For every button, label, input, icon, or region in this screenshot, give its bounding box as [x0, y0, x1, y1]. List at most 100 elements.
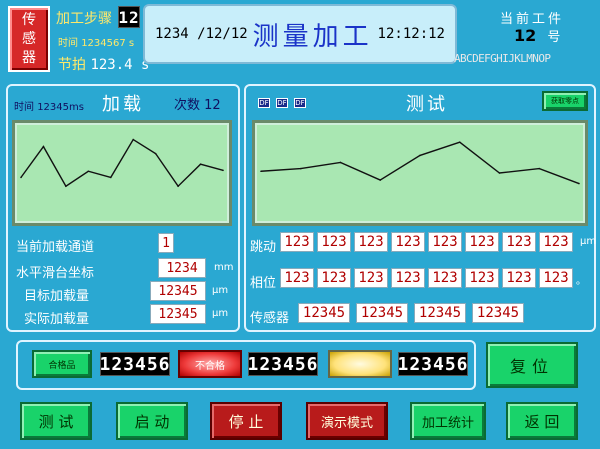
test-title: 测试 [406, 94, 448, 115]
data-point [419, 154, 421, 157]
sensor-value: 12345 [472, 303, 524, 323]
phase-value: 123 [391, 268, 425, 288]
page-title: 测量加工 [252, 21, 373, 52]
data-point [498, 172, 501, 174]
yellow-status-button[interactable] [328, 350, 392, 378]
runout-unit: μm [580, 236, 597, 247]
current-row: 12 号 [514, 26, 560, 45]
qualified-counter-button[interactable]: 合格品 [32, 350, 92, 378]
sensor-value: 12345 [414, 303, 466, 323]
current-label: 当前工件 [500, 12, 565, 27]
counter-display-1: 123456 [99, 352, 171, 376]
data-point [132, 138, 135, 141]
counter-display-3: 123456 [397, 352, 469, 376]
counter-display-2: 123456 [247, 352, 319, 376]
time-row: 时间 1234567 s [58, 34, 134, 49]
df-indicator-2: DF [276, 98, 288, 108]
data-point [154, 152, 157, 155]
data-point [65, 185, 67, 187]
data-point [339, 161, 342, 164]
load-count-value: 12 [204, 98, 221, 113]
series-line [20, 138, 224, 188]
channel-value: 1 [158, 233, 174, 253]
current-unit: 号 [547, 30, 561, 45]
runout-value: 123 [354, 232, 388, 252]
runout-value: 123 [502, 232, 536, 252]
load-chart [12, 120, 232, 226]
series-line [260, 141, 580, 185]
actual-label: 实际加载量 [24, 312, 90, 327]
data-point [379, 179, 382, 181]
actual-value: 12345 [150, 304, 206, 324]
data-point [578, 182, 580, 185]
data-point [109, 176, 112, 179]
sensor-label: 传感器 [250, 311, 290, 326]
capture-zero-button[interactable]: 获取零点 [542, 91, 588, 111]
data-point [20, 176, 22, 179]
phase-unit: 。 [576, 276, 586, 287]
slide-label: 水平滑台坐标 [16, 266, 95, 281]
runout-values: 123 123 123 123 123 123 123 123 [280, 232, 573, 252]
load-count-label: 次数 [174, 98, 201, 113]
phase-value: 123 [280, 268, 314, 288]
title-bar: 1234 /12/12 测量加工 12:12:12 [143, 4, 457, 64]
runout-value: 123 [317, 232, 351, 252]
slide-unit: mm [214, 262, 234, 273]
data-point [87, 170, 90, 173]
phase-value: 123 [354, 268, 388, 288]
stats-button[interactable]: 加工统计 [410, 402, 486, 440]
clock-display: 12:12:12 [377, 26, 445, 42]
reset-button[interactable]: 复位 [486, 342, 578, 388]
data-point [299, 167, 302, 170]
data-point [177, 185, 179, 187]
beat-value: 123.4 s [90, 57, 150, 73]
time-label: 时间 [58, 38, 78, 49]
load-count-row: 次数 12 [174, 94, 221, 113]
data-point [199, 163, 202, 165]
runout-value: 123 [539, 232, 573, 252]
load-chart-svg [20, 138, 224, 188]
test-chart [252, 120, 588, 226]
sensor-button[interactable]: 传 感 器 [8, 6, 50, 72]
test-chart-svg [260, 141, 580, 185]
df-indicator-3: DF [294, 98, 306, 108]
sensor-value: 12345 [356, 303, 408, 323]
data-point [538, 167, 541, 170]
load-title: 加载 [102, 94, 144, 115]
data-point [42, 145, 45, 148]
time-value: 1234567 s [81, 38, 135, 49]
test-button[interactable]: 测 试 [20, 402, 92, 440]
beat-row: 节拍 123.4 s [58, 54, 149, 74]
target-unit: μm [212, 285, 229, 296]
data-point [222, 169, 224, 172]
phase-value: 123 [428, 268, 462, 288]
step-label: 加工步骤 [56, 11, 112, 27]
load-time-label: 时间 [14, 102, 34, 113]
alphabet-text: ABCDEFGHIJKLMNOP [454, 52, 551, 65]
runout-value: 123 [280, 232, 314, 252]
stop-button[interactable]: 停 止 [210, 402, 282, 440]
current-number: 12 [514, 26, 537, 45]
demo-mode-button[interactable]: 演示模式 [306, 402, 388, 440]
start-button[interactable]: 启 动 [116, 402, 188, 440]
sensor-value: 12345 [298, 303, 350, 323]
phase-values: 123 123 123 123 123 123 123 123 [280, 268, 573, 288]
phase-label: 相位 [250, 276, 277, 291]
actual-unit: μm [212, 308, 229, 319]
load-time-row: 时间 12345ms [14, 98, 84, 113]
phase-value: 123 [465, 268, 499, 288]
data-point [260, 170, 262, 173]
sensor-values: 12345 12345 12345 12345 [298, 303, 524, 323]
back-button[interactable]: 返 回 [506, 402, 578, 440]
runout-value: 123 [391, 232, 425, 252]
df-indicator-1: DF [258, 98, 270, 108]
runout-value: 123 [428, 232, 462, 252]
target-label: 目标加载量 [24, 289, 90, 304]
phase-value: 123 [502, 268, 536, 288]
channel-label: 当前加载通道 [16, 240, 95, 255]
load-time-value: 12345ms [37, 102, 84, 113]
red-status-button[interactable]: 不合格 [178, 350, 242, 378]
phase-value: 123 [539, 268, 573, 288]
phase-value: 123 [317, 268, 351, 288]
target-value: 12345 [150, 281, 206, 301]
